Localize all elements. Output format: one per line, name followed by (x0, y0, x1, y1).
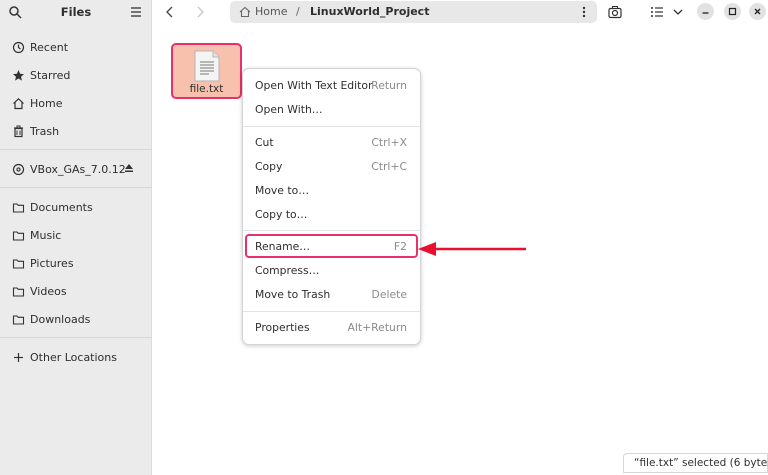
folder-icon (12, 258, 25, 269)
sidebar-item-other-locations[interactable]: Other Locations (4, 346, 148, 368)
sidebar-item-label: Documents (30, 200, 93, 214)
menu-item-label: Properties (255, 321, 310, 334)
sidebar-item-label: Recent (30, 40, 69, 54)
menu-item-label: Move to… (255, 184, 310, 197)
menu-item-label: Cut (255, 136, 274, 149)
maximize-icon (728, 7, 737, 16)
breadcrumb-home[interactable]: Home (255, 5, 287, 18)
back-icon[interactable] (162, 4, 178, 20)
menu-item-label: Copy to… (255, 208, 308, 221)
context-menu: Open With Text Editor Return Open With… … (242, 68, 421, 345)
hamburger-menu-icon[interactable] (129, 5, 143, 19)
maximize-button[interactable] (724, 3, 741, 20)
file-name: file.txt (189, 83, 224, 95)
sidebar-item-documents[interactable]: Documents (4, 196, 148, 218)
folder-icon (12, 230, 25, 241)
close-button[interactable] (749, 3, 766, 20)
forward-icon[interactable] (192, 4, 208, 20)
menu-item-shortcut: Return (371, 79, 407, 92)
sidebar-item-label: Starred (30, 68, 71, 82)
menu-item-cut[interactable]: Cut Ctrl+X (243, 133, 420, 153)
sidebar-item-home[interactable]: Home (4, 92, 148, 114)
status-bar: “file.txt” selected (6 bytes) (623, 453, 768, 473)
trash-icon (14, 125, 23, 137)
menu-separator (243, 311, 420, 312)
divider (0, 149, 152, 150)
breadcrumb-separator: / (296, 5, 300, 18)
sidebar-item-label: Other Locations (30, 350, 117, 364)
sidebar-item-vbox-disc[interactable]: VBox_GAs_7.0.12 (4, 158, 148, 180)
sidebar-item-music[interactable]: Music (4, 224, 148, 246)
path-bar: Home / LinuxWorld_Project (230, 1, 597, 23)
sidebar-item-starred[interactable]: Starred (4, 64, 148, 86)
folder-icon (12, 314, 25, 325)
menu-item-open-with[interactable]: Open With… (243, 100, 420, 120)
plus-icon (14, 352, 23, 362)
chevron-down-icon[interactable] (670, 4, 686, 20)
disc-icon (12, 163, 25, 175)
menu-item-copy-to[interactable]: Copy to… (243, 205, 420, 225)
close-icon (754, 8, 761, 15)
sidebar-item-pictures[interactable]: Pictures (4, 252, 148, 274)
divider (0, 337, 152, 338)
sidebar-item-label: Videos (30, 284, 67, 298)
menu-item-shortcut: Ctrl+C (371, 160, 407, 173)
sidebar-item-videos[interactable]: Videos (4, 280, 148, 302)
breadcrumb-current[interactable]: LinuxWorld_Project (310, 5, 429, 18)
home-icon (13, 97, 24, 109)
menu-item-compress[interactable]: Compress… (243, 261, 420, 281)
menu-item-label: Copy (255, 160, 283, 173)
minimize-button[interactable] (697, 3, 714, 20)
annotation-arrow (418, 242, 526, 256)
menu-item-move-to-trash[interactable]: Move to Trash Delete (243, 285, 420, 305)
divider (0, 187, 152, 188)
sidebar-item-label: Pictures (30, 256, 74, 270)
folder-icon (12, 286, 25, 297)
camera-icon[interactable] (607, 4, 623, 20)
more-options-icon[interactable] (579, 5, 589, 19)
folder-icon (12, 202, 25, 213)
sidebar-item-label: Music (30, 228, 62, 242)
list-view-icon[interactable] (649, 4, 665, 20)
menu-item-label: Compress… (255, 264, 320, 277)
menu-separator (243, 230, 420, 231)
menu-item-shortcut: Ctrl+X (371, 136, 407, 149)
minimize-icon (702, 12, 709, 14)
sidebar-item-label: VBox_GAs_7.0.12 (30, 162, 126, 176)
menu-separator (243, 126, 420, 127)
menu-item-shortcut: Alt+Return (347, 321, 408, 334)
sidebar: Files Recent Starred Home Trash VBox_GAs… (0, 0, 152, 475)
menu-item-move-to[interactable]: Move to… (243, 181, 420, 201)
star-icon (13, 69, 24, 81)
menu-item-rename[interactable]: Rename… F2 (243, 237, 420, 257)
clock-icon (12, 41, 25, 53)
sidebar-item-label: Home (30, 96, 63, 110)
home-icon (239, 6, 251, 18)
menu-item-label: Move to Trash (255, 288, 331, 301)
sidebar-item-recent[interactable]: Recent (4, 36, 148, 58)
menu-item-shortcut: F2 (393, 240, 407, 253)
menu-item-shortcut: Delete (371, 288, 407, 301)
text-file-icon (194, 50, 220, 82)
menu-item-label: Rename… (255, 240, 311, 253)
sidebar-header: Files (0, 0, 152, 25)
file-item[interactable]: file.txt (171, 43, 242, 99)
menu-item-label: Open With Text Editor (255, 79, 373, 92)
menu-item-label: Open With… (255, 103, 323, 116)
sidebar-item-trash[interactable]: Trash (4, 120, 148, 142)
menu-item-copy[interactable]: Copy Ctrl+C (243, 157, 420, 177)
sidebar-item-label: Trash (30, 124, 60, 138)
sidebar-item-label: Downloads (30, 312, 91, 326)
eject-icon[interactable] (124, 162, 134, 174)
menu-item-open-with-text-editor[interactable]: Open With Text Editor Return (243, 76, 420, 96)
menu-item-properties[interactable]: Properties Alt+Return (243, 318, 420, 338)
sidebar-item-downloads[interactable]: Downloads (4, 308, 148, 330)
